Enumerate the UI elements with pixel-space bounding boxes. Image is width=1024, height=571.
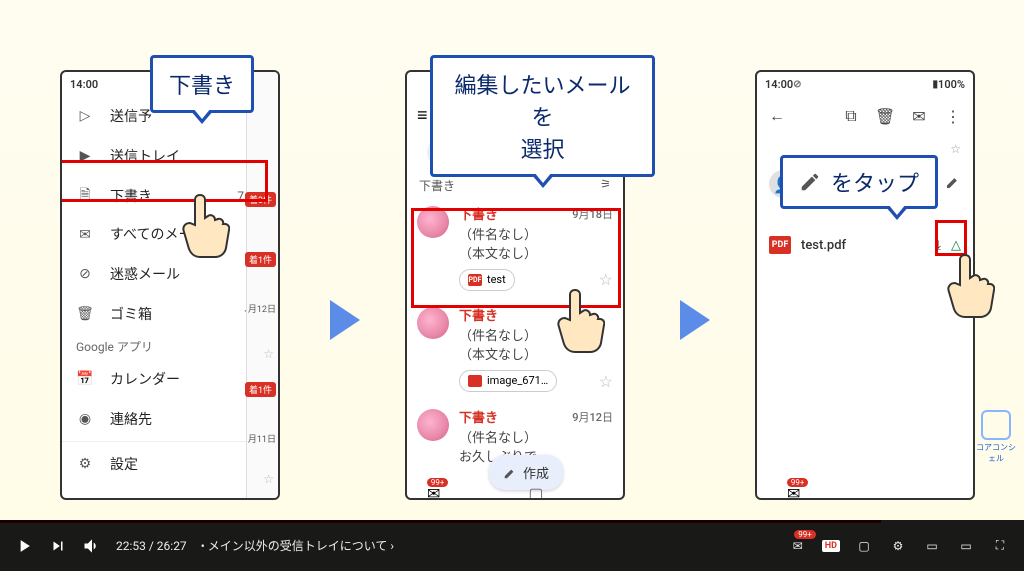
theater-button[interactable]: ▭ [956, 536, 976, 556]
pdf-icon: PDF [769, 236, 791, 254]
callout-tap-label: をタップ [831, 166, 919, 198]
pencil-icon [799, 171, 821, 193]
nav-label: 連絡先 [110, 409, 152, 429]
badge-count: 99+ [787, 478, 809, 487]
nav-label: ゴミ箱 [110, 304, 152, 324]
avatar [417, 409, 449, 441]
compose-label: 作成 [523, 463, 549, 482]
miniplayer-button[interactable]: ▭ [922, 536, 942, 556]
play-button[interactable] [14, 536, 34, 556]
hand-pointer-3 [945, 250, 995, 320]
image-icon [468, 375, 482, 387]
mail-tab-icon[interactable]: ✉99+ [427, 484, 440, 500]
watermark-logo: コアコンシェル [976, 410, 1016, 450]
status-time: 14:00 [765, 78, 793, 91]
avatar [417, 307, 449, 339]
chapter-label[interactable]: • メイン以外の受信トレイについて › [201, 537, 394, 554]
nav-label: ヘルプとフィードバック [110, 494, 253, 500]
filter-icon[interactable]: ⚞ [600, 177, 611, 194]
nav-label: 設定 [110, 454, 138, 474]
mail-overlay-icon: ✉99+ [788, 536, 808, 556]
arrow-step-1 [330, 300, 360, 340]
video-time: 22:53 / 26:27 [116, 539, 187, 553]
callout-drafts: 下書き [150, 55, 254, 113]
pencil-icon [503, 466, 517, 480]
peek-badge: 着1件 [245, 252, 276, 267]
attachment-name: image_671… [487, 373, 548, 390]
volume-button[interactable] [82, 536, 102, 556]
trash-icon: 🗑 [76, 305, 94, 323]
spam-icon: ⊘ [76, 265, 94, 283]
quality-badge[interactable]: HD [822, 540, 840, 552]
callout-select-mail: 編集したいメールを 選択 [430, 55, 655, 177]
peek-date: 月12日 [248, 302, 276, 315]
archive-icon[interactable]: ⧉ [841, 106, 861, 126]
more-icon[interactable]: ⋮ [943, 107, 963, 126]
edit-icon[interactable] [945, 174, 961, 194]
message-toolbar: ← ⧉ 🗑 ✉ ⋮ [757, 96, 973, 136]
nav-label: カレンダー [110, 369, 180, 389]
battery-level: 100% [938, 78, 965, 91]
calendar-icon: 📅 [76, 370, 94, 388]
status-time: 14:00 [70, 78, 98, 91]
mail-date: 9月12日 [572, 409, 613, 425]
overlay-badge: 99+ [794, 530, 816, 539]
nav-label: 送信予 [110, 106, 152, 126]
star-icon: ☆ [263, 472, 274, 486]
badge-count: 99+ [427, 478, 449, 487]
video-controls: 22:53 / 26:27 • メイン以外の受信トレイについて › ✉99+ H… [0, 520, 1024, 571]
hand-pointer-1 [180, 190, 230, 260]
peek-date: 月11日 [248, 432, 276, 445]
peek-badge: 着1件 [245, 382, 276, 397]
settings-button[interactable]: ⚙ [888, 536, 908, 556]
captions-button[interactable]: ▢ [854, 536, 874, 556]
menu-icon[interactable]: ≡ [417, 105, 428, 126]
mail-icon[interactable]: ✉ [909, 107, 929, 126]
status-clear-icon: ⊘ [793, 79, 801, 90]
attachment-chip[interactable]: image_671… [459, 370, 557, 393]
attachment-row[interactable]: PDF test.pdf ⤓ △ [769, 236, 961, 254]
attachment-name: test.pdf [801, 238, 846, 253]
mail-subject: （件名なし） [459, 429, 613, 449]
delete-icon[interactable]: 🗑 [875, 107, 895, 126]
background-peek: 着3件 着1件 月12日 ☆ 着1件 月11日 ☆ [246, 72, 278, 498]
meet-tab-icon[interactable]: ▢ [528, 484, 543, 500]
help-icon: ? [76, 495, 94, 501]
hand-pointer-2 [555, 285, 605, 355]
nav-label: 迷惑メール [110, 264, 180, 284]
next-button[interactable] [48, 536, 68, 556]
back-icon[interactable]: ← [767, 106, 787, 126]
star-icon[interactable]: ☆ [599, 372, 613, 391]
arrow-step-2 [680, 300, 710, 340]
highlight-drafts [60, 160, 268, 202]
gear-icon: ⚙ [76, 455, 94, 473]
star-icon: ☆ [263, 347, 274, 361]
contacts-icon: ◉ [76, 410, 94, 428]
fullscreen-button[interactable]: ⛶ [990, 536, 1010, 556]
mail-tab-icon[interactable]: ✉99+ [787, 484, 800, 500]
scheduled-icon: ▷ [76, 107, 94, 125]
all-mail-icon: ✉ [76, 226, 94, 244]
callout-tap-pencil: をタップ [780, 155, 938, 209]
phone-message-view: 14:00 ⊘ ▮ 100% ← ⧉ 🗑 ✉ ⋮ ☆ 👤 To: ⌄ PDF t… [755, 70, 975, 500]
phone-drawer: 14:00 ▷送信予 ▶送信トレイ 🗎下書き7 ✉すべてのメール ⊘迷惑メール1… [60, 70, 280, 500]
status-bar: 14:00 ⊘ ▮ 100% [757, 72, 973, 96]
list-label: 下書き [419, 177, 455, 194]
